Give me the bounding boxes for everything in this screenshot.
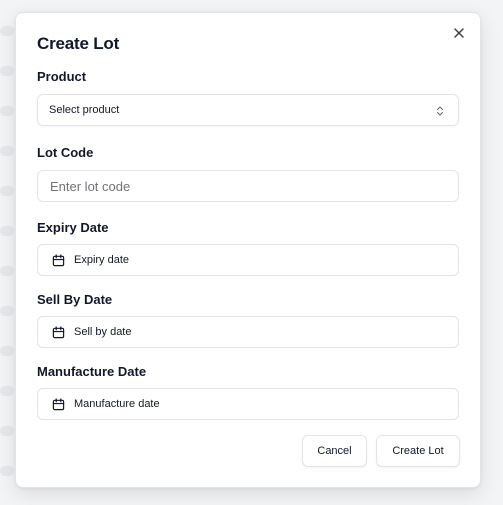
background-line bbox=[0, 26, 14, 36]
cancel-button[interactable]: Cancel bbox=[302, 435, 367, 467]
product-select[interactable]: Select product bbox=[37, 94, 459, 126]
lot-code-placeholder: Enter lot code bbox=[50, 178, 131, 194]
expiry-date-picker[interactable]: Expiry date bbox=[37, 244, 459, 276]
background-line bbox=[0, 66, 14, 76]
calendar-icon bbox=[52, 253, 65, 267]
manufacture-date-label: Manufacture Date bbox=[37, 364, 147, 379]
close-button[interactable] bbox=[452, 26, 466, 40]
calendar-icon bbox=[52, 397, 65, 411]
background-line bbox=[0, 186, 14, 196]
lot-code-input[interactable]: Enter lot code bbox=[37, 170, 459, 202]
manufacture-date-picker[interactable]: Manufacture date bbox=[37, 388, 459, 420]
dialog-title: Create Lot bbox=[37, 34, 120, 53]
background-line bbox=[0, 386, 14, 396]
create-lot-button[interactable]: Create Lot bbox=[376, 435, 460, 467]
background-line bbox=[0, 466, 14, 476]
background-line bbox=[0, 106, 14, 116]
sell-by-date-placeholder: Sell by date bbox=[74, 326, 132, 338]
expiry-date-label: Expiry Date bbox=[37, 220, 109, 235]
lot-code-label: Lot Code bbox=[37, 145, 94, 160]
create-lot-dialog: Create Lot Product Select product Lot Co… bbox=[15, 12, 481, 488]
manufacture-date-placeholder: Manufacture date bbox=[74, 398, 160, 410]
background-line bbox=[0, 306, 14, 316]
background-line bbox=[0, 346, 14, 356]
x-icon bbox=[454, 28, 464, 38]
sell-by-date-label: Sell By Date bbox=[37, 292, 113, 307]
chevrons-up-down-icon bbox=[436, 106, 444, 116]
calendar-icon bbox=[52, 325, 65, 339]
background-line bbox=[0, 426, 14, 436]
product-select-value: Select product bbox=[49, 104, 120, 116]
sell-by-date-picker[interactable]: Sell by date bbox=[37, 316, 459, 348]
expiry-date-placeholder: Expiry date bbox=[74, 254, 130, 266]
background-line bbox=[0, 226, 14, 236]
product-label: Product bbox=[37, 69, 87, 84]
background-line bbox=[0, 146, 14, 156]
background-line bbox=[0, 266, 14, 276]
